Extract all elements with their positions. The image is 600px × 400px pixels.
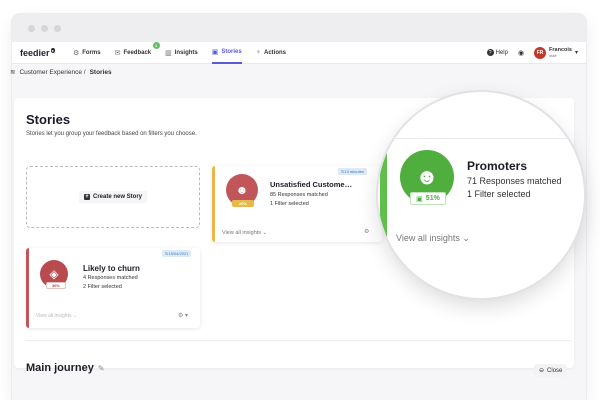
story-card-promoters-magnified[interactable]: ☻ ▣ 51% Promoters 71 Responses matched 1 … — [378, 92, 584, 298]
page-title: Stories — [26, 112, 71, 127]
layers-icon: ≋ — [10, 69, 16, 76]
story-filters: 1 Filter selected — [467, 189, 531, 199]
feedier-logo[interactable]: feedier ● — [20, 47, 55, 58]
story-date-badge: ↻ 15/04/2021 — [162, 250, 192, 257]
journey-title-text: Main journey — [26, 362, 94, 374]
gear-icon[interactable]: ⚙ — [364, 228, 369, 235]
close-label: Close — [547, 367, 563, 374]
story-color-bar — [212, 166, 215, 242]
gear-icon[interactable]: ⚙ ▾ — [178, 312, 188, 319]
top-nav: feedier ● ⚙ Forms ✉ Feedback 1 ▥ Insights ▣ St… — [12, 41, 586, 64]
story-date-badge: ↻ 13 minutes — [338, 168, 367, 175]
story-date: 15/04/2021 — [168, 251, 189, 256]
logo-mark-icon: ● — [50, 47, 55, 53]
section-divider — [26, 340, 572, 341]
story-color-bar — [380, 142, 387, 257]
story-percentage: ▣ 51% — [410, 192, 446, 205]
view-insights-label: View all insights — [36, 313, 72, 319]
page-subtitle: Stories let you group your feedback base… — [26, 131, 197, 137]
view-insights-label: View all insights — [222, 230, 262, 236]
breadcrumb-parent[interactable]: Customer Experience / — [19, 69, 85, 76]
breadcrumb-current: Stories — [89, 68, 112, 76]
story-percentage: 36% — [46, 282, 66, 289]
view-insights-link[interactable]: View all insights ⌄ — [396, 233, 470, 244]
nav-item-insights[interactable]: ▥ Insights — [165, 42, 198, 64]
create-story-label: Create new Story — [92, 194, 143, 200]
story-responses: 85 Responses matched — [270, 192, 328, 198]
nav-label: Stories — [221, 48, 242, 55]
nav-label: Actions — [263, 49, 286, 56]
journey-title: Main journey ✎ — [26, 362, 105, 374]
breadcrumb: ≋ Customer Experience / Stories — [10, 68, 112, 77]
create-story-button[interactable]: + Create new Story — [78, 191, 148, 203]
nav-item-stories[interactable]: ▣ Stories — [211, 42, 242, 64]
help-icon: ? — [486, 49, 494, 56]
feedback-badge: 1 — [152, 41, 160, 49]
help-label: Help — [495, 49, 508, 56]
insights-icon: ▥ — [165, 49, 172, 57]
nav-label: Insights — [174, 49, 198, 56]
story-title: Likely to churn — [83, 264, 140, 273]
nav-label: Feedback — [123, 49, 152, 56]
story-filters: 2 Filter selected — [83, 284, 122, 290]
pct-value: 51% — [425, 195, 440, 202]
forms-icon: ⚙ — [72, 49, 80, 57]
window-titlebar — [12, 14, 586, 42]
close-button[interactable]: ⊖ Close — [534, 364, 568, 377]
card-border — [387, 138, 584, 139]
window-dot[interactable] — [41, 24, 48, 32]
story-card-unsatisfied[interactable]: ☻ 20% Unsatisfied Custome… 85 Responses … — [212, 166, 382, 242]
user-role: staff — [549, 52, 557, 58]
chevron-down-icon: ▾ — [574, 50, 578, 56]
avatar: FR — [534, 46, 547, 59]
view-insights-label: View all insights — [396, 233, 460, 243]
view-insights-link[interactable]: View all insights ⌄ — [36, 313, 77, 319]
nav-label: Forms — [82, 49, 101, 56]
window-dot[interactable] — [28, 24, 35, 32]
story-date: 13 minutes — [344, 169, 364, 174]
story-card-churn[interactable]: ◈ 36% Likely to churn 4 Responses matche… — [26, 248, 200, 328]
help-button[interactable]: ? Help — [486, 49, 508, 56]
stories-icon: ▣ — [211, 48, 219, 56]
nav-item-actions[interactable]: ♀ Actions — [256, 42, 286, 64]
story-title: Promoters — [467, 159, 528, 173]
logo-text: feedier — [20, 47, 50, 58]
story-title: Unsatisfied Custome… — [270, 180, 353, 189]
user-name: Francois — [549, 46, 572, 53]
create-story-card[interactable]: + Create new Story — [26, 166, 200, 228]
chart-icon: ▣ — [416, 195, 423, 203]
window-dot[interactable] — [54, 24, 61, 32]
user-menu[interactable]: FR Francois staff ▾ — [534, 46, 578, 59]
user-info: Francois staff — [549, 47, 572, 59]
close-icon: ⊖ — [539, 368, 545, 374]
nav-item-feedback[interactable]: ✉ Feedback 1 — [114, 41, 160, 64]
actions-icon: ♀ — [255, 49, 261, 56]
edit-icon[interactable]: ✎ — [98, 364, 105, 373]
feedback-icon: ✉ — [114, 49, 121, 57]
story-responses: 71 Responses matched — [467, 176, 562, 186]
nav-item-forms[interactable]: ⚙ Forms — [73, 42, 101, 64]
view-insights-link[interactable]: View all insights ⌄ — [222, 230, 267, 236]
story-color-bar — [26, 248, 29, 328]
story-filters: 1 Filter selected — [270, 201, 309, 207]
nav-right: ? Help ◉ FR Francois staff ▾ — [486, 46, 578, 59]
story-percentage: 20% — [232, 200, 254, 207]
headset-icon[interactable]: ◉ — [518, 49, 524, 57]
story-responses: 4 Responses matched — [83, 275, 138, 281]
plus-icon: + — [83, 194, 90, 200]
